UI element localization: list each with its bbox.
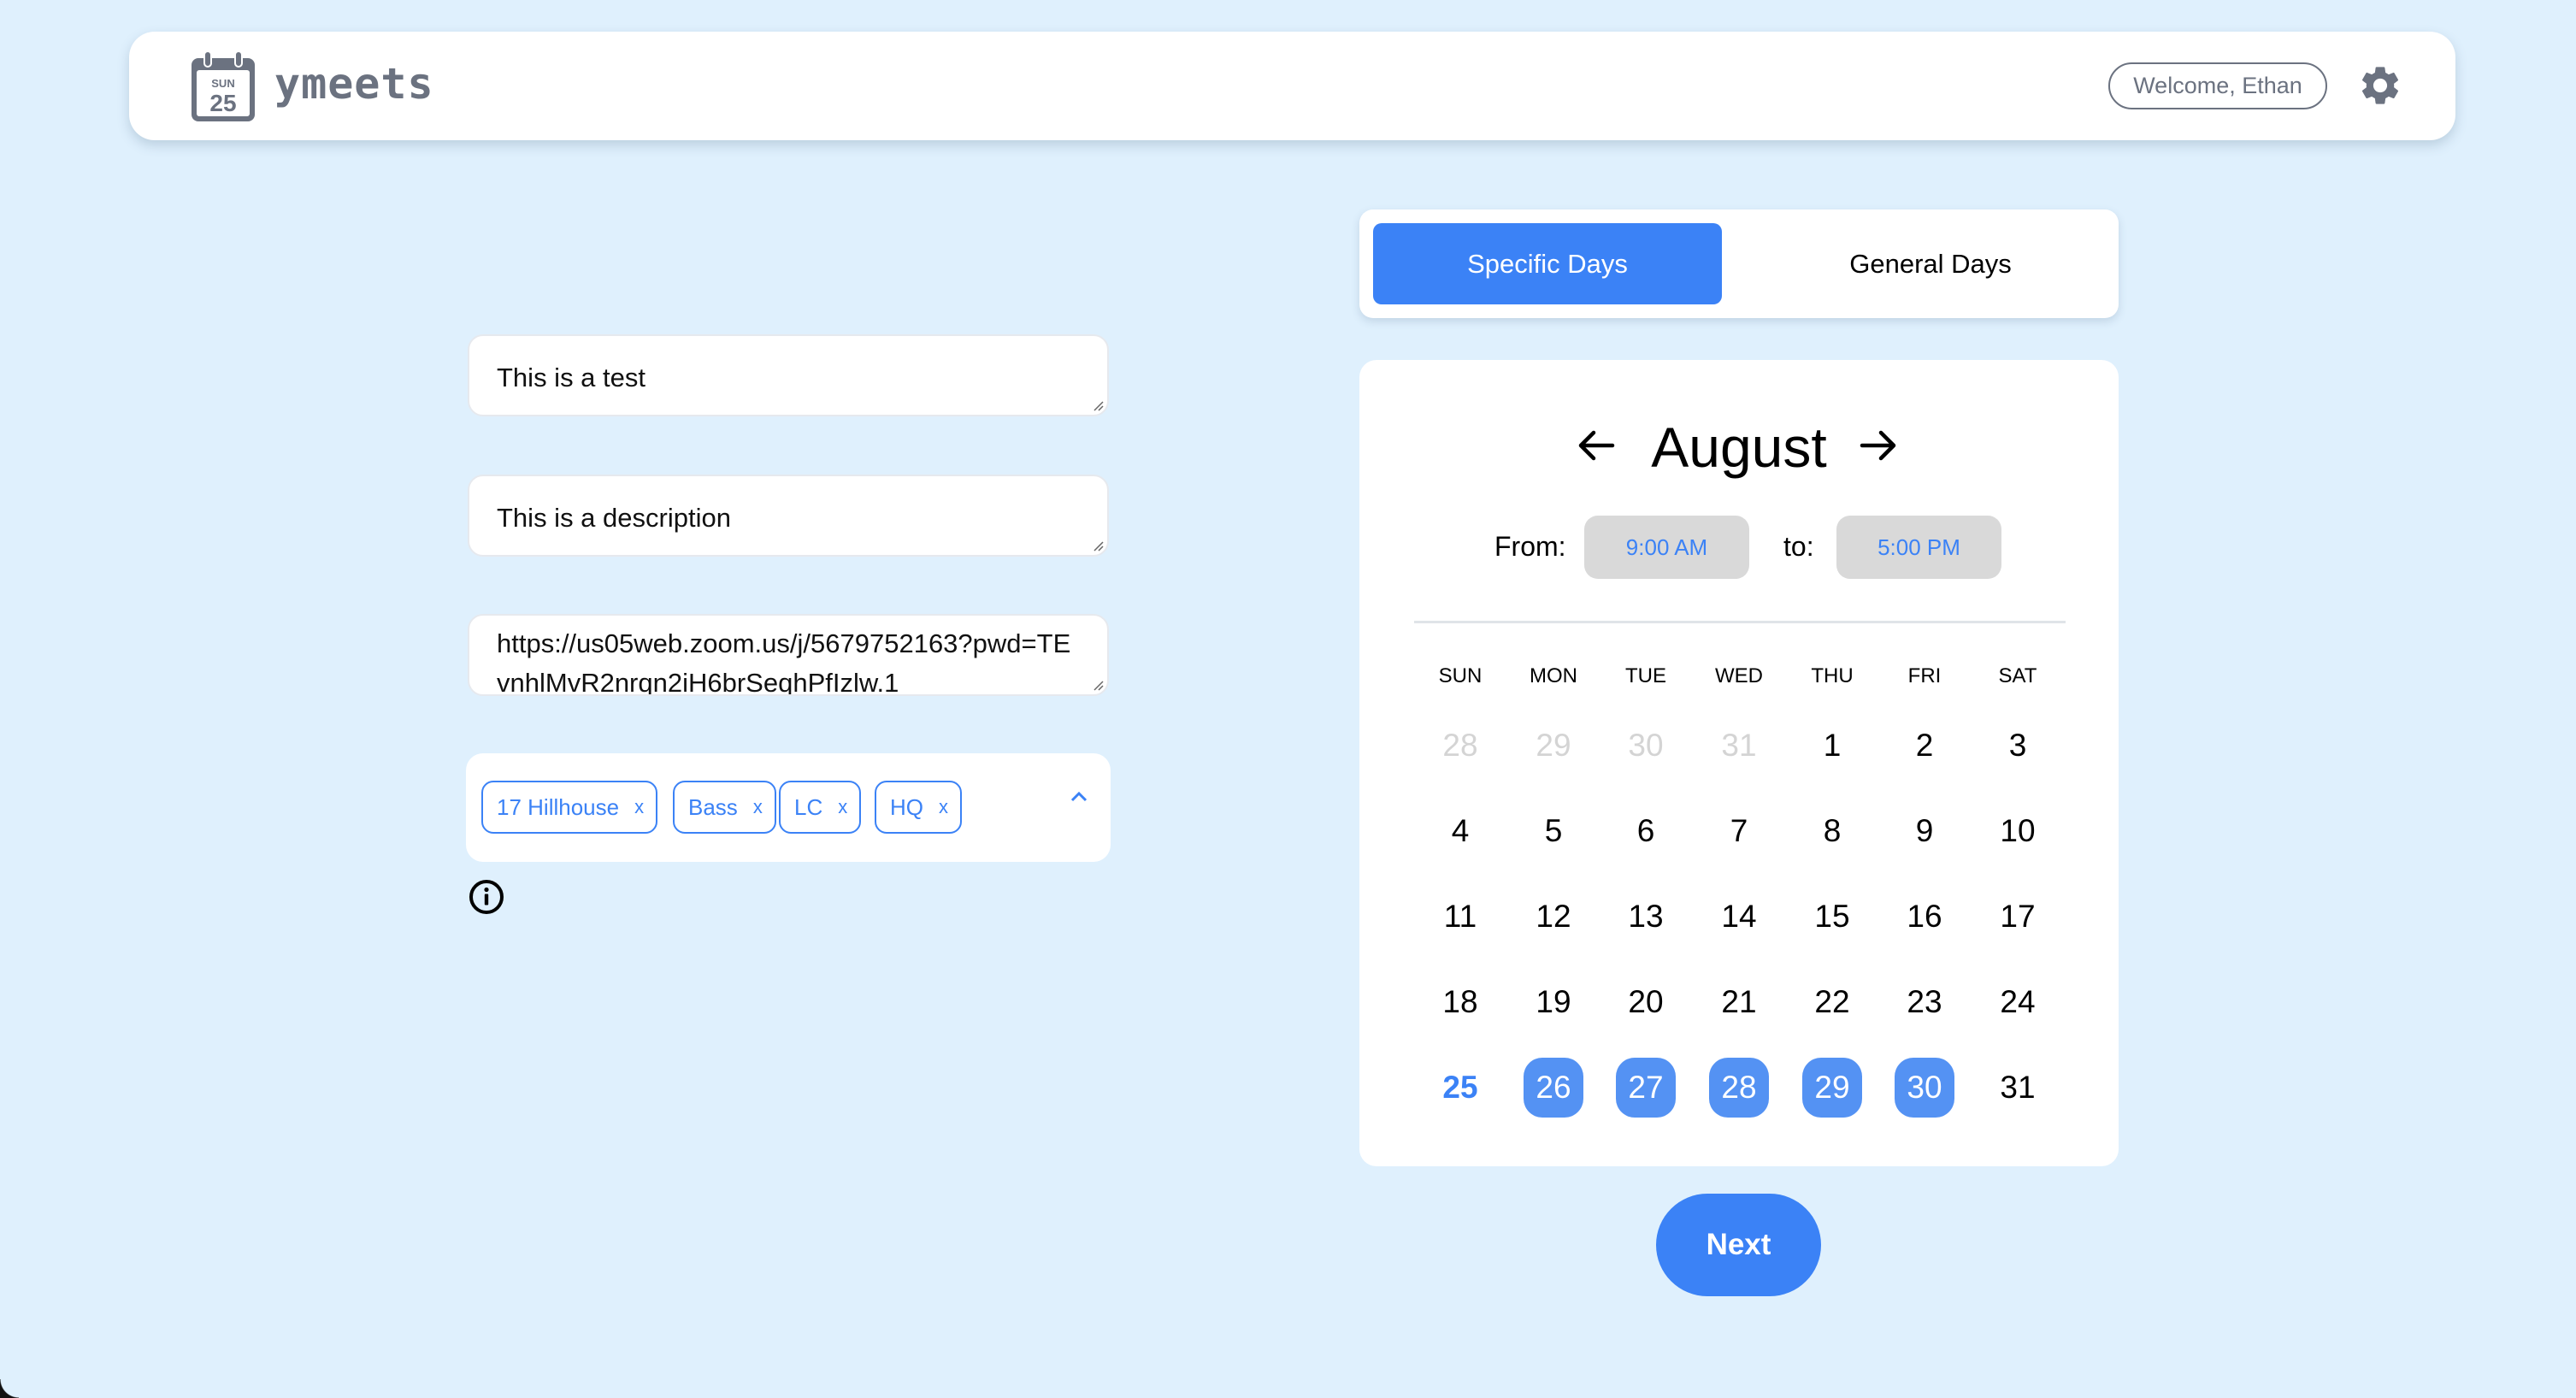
- remove-tag-icon[interactable]: x: [939, 796, 948, 818]
- event-title-input[interactable]: This is a test: [468, 334, 1109, 416]
- calendar-day-outside-month: 30: [1628, 728, 1664, 763]
- month-label: August: [1651, 416, 1827, 479]
- calendar-day[interactable]: 8: [1802, 801, 1862, 861]
- remove-tag-icon[interactable]: x: [753, 796, 763, 818]
- calendar-day[interactable]: 10: [1988, 801, 2048, 861]
- arrow-right-icon[interactable]: [1859, 428, 1898, 463]
- calendar-day[interactable]: 9: [1895, 801, 1954, 861]
- gear-icon[interactable]: [2357, 62, 2403, 109]
- location-multiselect[interactable]: 17 Hillhouse x Bass x LC x HQ x: [466, 753, 1111, 862]
- event-description-value: This is a description: [497, 503, 731, 533]
- chevron-up-icon[interactable]: [1070, 789, 1088, 803]
- calendar-day[interactable]: 19: [1524, 972, 1583, 1032]
- calendar-day-outside-month: 28: [1442, 728, 1478, 763]
- calendar-day-outside-month: 31: [1721, 728, 1757, 763]
- meeting-link-input[interactable]: https://us05web.zoom.us/j/5679752163?pwd…: [468, 614, 1109, 696]
- weekday-label: TUE: [1625, 664, 1666, 687]
- welcome-badge[interactable]: Welcome, Ethan: [2108, 62, 2327, 109]
- arrow-left-icon[interactable]: [1577, 428, 1616, 463]
- month-navigation: August: [1359, 413, 2119, 481]
- meeting-link-value: https://us05web.zoom.us/j/5679752163?pwd…: [497, 628, 1071, 696]
- tab-specific-days[interactable]: Specific Days: [1373, 223, 1722, 304]
- remove-tag-icon[interactable]: x: [838, 796, 847, 818]
- calendar-day-today[interactable]: 25: [1430, 1058, 1490, 1118]
- location-tag[interactable]: HQ x: [875, 781, 962, 834]
- calendar-day[interactable]: 21: [1709, 972, 1769, 1032]
- location-tag-label: HQ: [890, 793, 923, 820]
- resize-handle-icon[interactable]: [1092, 399, 1104, 411]
- calendar-day-selected[interactable]: 29: [1802, 1058, 1862, 1118]
- calendar-day[interactable]: 12: [1524, 887, 1583, 947]
- calendar-day[interactable]: 2: [1895, 716, 1954, 776]
- logo-day-num: 25: [209, 90, 236, 116]
- event-description-input[interactable]: This is a description: [468, 475, 1109, 557]
- calendar-day[interactable]: 5: [1524, 801, 1583, 861]
- calendar-day[interactable]: 17: [1988, 887, 2048, 947]
- location-tag-label: 17 Hillhouse: [497, 793, 620, 820]
- calendar-day-selected[interactable]: 26: [1524, 1058, 1583, 1118]
- start-time-select[interactable]: 9:00 AM: [1584, 516, 1749, 579]
- to-label: to:: [1783, 531, 1814, 562]
- resize-handle-icon[interactable]: [1092, 679, 1104, 691]
- weekday-label: WED: [1715, 664, 1763, 687]
- location-tag-label: Bass: [688, 793, 738, 820]
- calendar-day[interactable]: 4: [1430, 801, 1490, 861]
- calendar-day[interactable]: 13: [1616, 887, 1676, 947]
- weekday-label: SUN: [1438, 664, 1483, 687]
- top-nav-bar: SUN 25 ymeets Welcome, Ethan: [129, 32, 2455, 140]
- info-icon[interactable]: [469, 879, 504, 915]
- divider: [1414, 621, 2066, 623]
- calendar-day[interactable]: 31: [1988, 1058, 2048, 1118]
- remove-tag-icon[interactable]: x: [634, 796, 644, 818]
- tab-general-days[interactable]: General Days: [1756, 223, 2105, 304]
- app-name[interactable]: ymeets: [274, 59, 434, 109]
- weekday-label: THU: [1811, 664, 1854, 687]
- calendar-day-selected[interactable]: 30: [1895, 1058, 1954, 1118]
- calendar-day[interactable]: 24: [1988, 972, 2048, 1032]
- calendar-day-selected[interactable]: 27: [1616, 1058, 1676, 1118]
- logo-day-abbr: SUN: [211, 77, 234, 90]
- weekday-label: MON: [1530, 664, 1577, 687]
- location-tag-label: LC: [794, 793, 823, 820]
- calendar-day[interactable]: 20: [1616, 972, 1676, 1032]
- calendar-day[interactable]: 16: [1895, 887, 1954, 947]
- weekday-label: FRI: [1907, 664, 1942, 687]
- calendar-day[interactable]: 18: [1430, 972, 1490, 1032]
- calendar-day[interactable]: 15: [1802, 887, 1862, 947]
- calendar-icon: SUN 25: [192, 50, 255, 121]
- calendar-day-outside-month: 29: [1536, 728, 1571, 763]
- calendar-day[interactable]: 1: [1802, 716, 1862, 776]
- window-corner: [0, 1379, 19, 1398]
- location-tag[interactable]: LC x: [779, 781, 862, 834]
- location-tag[interactable]: 17 Hillhouse x: [481, 781, 658, 834]
- calendar-day-selected[interactable]: 28: [1709, 1058, 1769, 1118]
- time-range: From: 9:00 AM to: 5:00 PM: [1359, 516, 2119, 579]
- calendar-day[interactable]: 22: [1802, 972, 1862, 1032]
- calendar-day[interactable]: 6: [1616, 801, 1676, 861]
- calendar-day[interactable]: 23: [1895, 972, 1954, 1032]
- weekday-label: SAT: [1998, 664, 2037, 687]
- calendar-day[interactable]: 11: [1430, 887, 1490, 947]
- resize-handle-icon[interactable]: [1092, 540, 1104, 552]
- calendar-day[interactable]: 3: [1988, 716, 2048, 776]
- calendar-card: August From: 9:00 AM to: 5:00 PM SUN MON T…: [1359, 360, 2119, 1166]
- mode-tabs: Specific Days General Days: [1359, 209, 2119, 318]
- event-title-value: This is a test: [497, 363, 645, 392]
- location-tag[interactable]: Bass x: [673, 781, 776, 834]
- from-label: From:: [1494, 531, 1566, 562]
- calendar-day[interactable]: 7: [1709, 801, 1769, 861]
- end-time-select[interactable]: 5:00 PM: [1836, 516, 2001, 579]
- calendar-day[interactable]: 14: [1709, 887, 1769, 947]
- next-button[interactable]: Next: [1656, 1194, 1821, 1296]
